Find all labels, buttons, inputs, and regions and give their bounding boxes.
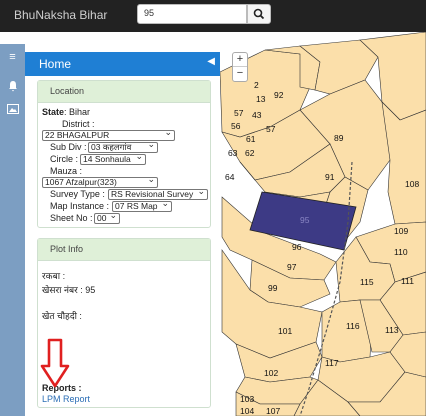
- plot-label: 2: [254, 80, 259, 90]
- sheet-no-label: Sheet No :: [50, 213, 93, 223]
- plot-label: 97: [287, 262, 297, 272]
- zoom-in-button[interactable]: +: [233, 53, 247, 67]
- plot-label: 109: [394, 226, 408, 236]
- plot-label-selected: 95: [300, 215, 310, 225]
- district-label: District :: [62, 119, 95, 129]
- plot-label: 115: [360, 277, 374, 287]
- top-navbar: BhuNaksha Bihar 95: [0, 0, 426, 32]
- khesra-label: खेसरा नंबर : 95: [42, 285, 96, 295]
- left-toolbar: ≡: [0, 44, 25, 416]
- plot-label: 103: [240, 394, 254, 404]
- survey-type-select[interactable]: RS Revisional Survey: [108, 189, 208, 200]
- search-button[interactable]: [247, 4, 271, 24]
- menu-icon[interactable]: ≡: [6, 52, 19, 63]
- zoom-out-button[interactable]: −: [233, 67, 247, 81]
- search-icon: [253, 8, 265, 20]
- app-brand[interactable]: BhuNaksha Bihar: [14, 8, 107, 22]
- subdiv-label: Sub Div :: [50, 142, 87, 152]
- plot-label: 101: [278, 326, 292, 336]
- survey-type-label: Survey Type :: [50, 189, 105, 199]
- plot-label: 116: [346, 321, 360, 331]
- rakba-label: रकबा :: [42, 271, 66, 281]
- plot-label: 62: [245, 148, 255, 158]
- plot-label: 13: [256, 94, 266, 104]
- mauza-label: Mauza :: [50, 166, 83, 176]
- state-value: : Bihar: [64, 107, 91, 117]
- image-icon-svg: [6, 104, 19, 114]
- sheet-no-select[interactable]: 00: [94, 213, 120, 224]
- red-arrow-annotation: [40, 338, 70, 388]
- lpm-report-link[interactable]: LPM Report: [42, 394, 90, 404]
- plot-label: 57: [266, 124, 276, 134]
- plot-label: 107: [266, 406, 280, 416]
- plot-label: 43: [252, 110, 262, 120]
- image-icon[interactable]: [6, 104, 19, 115]
- plot-label: 61: [246, 134, 256, 144]
- location-card: Location State: Bihar District : 22 BHAG…: [37, 80, 211, 228]
- khet-chauhadi-label: खेत चौहदी :: [42, 311, 82, 321]
- plot-label: 91: [325, 172, 335, 182]
- map-instance-select[interactable]: 07 RS Map: [112, 201, 172, 212]
- bell-icon[interactable]: [6, 80, 19, 92]
- plot-label: 63: [228, 148, 238, 158]
- map-instance-label: Map Instance :: [50, 201, 110, 211]
- plot-label: 99: [268, 283, 278, 293]
- plot-label: 64: [225, 172, 235, 182]
- circle-label: Circle :: [50, 154, 79, 164]
- plot-label: 96: [292, 242, 302, 252]
- plot-label: 92: [274, 90, 284, 100]
- plot-label: 113: [385, 325, 399, 335]
- search-input[interactable]: 95: [137, 4, 247, 24]
- plot-label: 57: [234, 108, 244, 118]
- panel-header: Home ◀: [25, 52, 220, 76]
- state-row: State: Bihar: [42, 107, 90, 117]
- collapse-icon[interactable]: ◀: [207, 56, 215, 67]
- plot-label: 117: [325, 358, 339, 368]
- plot-label: 108: [405, 179, 419, 189]
- panel-title: Home: [39, 57, 72, 71]
- plot-label: 111: [401, 276, 414, 286]
- plot-label: 89: [334, 133, 344, 143]
- mauza-select[interactable]: 1067 Afzalpur(323): [42, 177, 158, 188]
- subdiv-select[interactable]: 03 कहलगांव: [88, 142, 158, 153]
- district-select[interactable]: 22 BHAGALPUR: [42, 130, 175, 141]
- bell-icon-svg: [8, 81, 17, 92]
- plot-label: 56: [231, 121, 241, 131]
- location-heading: Location: [38, 81, 210, 103]
- zoom-control: + −: [232, 52, 248, 82]
- state-label: State: [42, 107, 65, 117]
- plot-label: 104: [240, 406, 254, 416]
- plot-info-heading: Plot Info: [38, 239, 210, 261]
- circle-select[interactable]: 14 Sonhaula: [80, 154, 146, 165]
- plot-label: 102: [264, 368, 278, 378]
- plot-label: 110: [394, 247, 408, 257]
